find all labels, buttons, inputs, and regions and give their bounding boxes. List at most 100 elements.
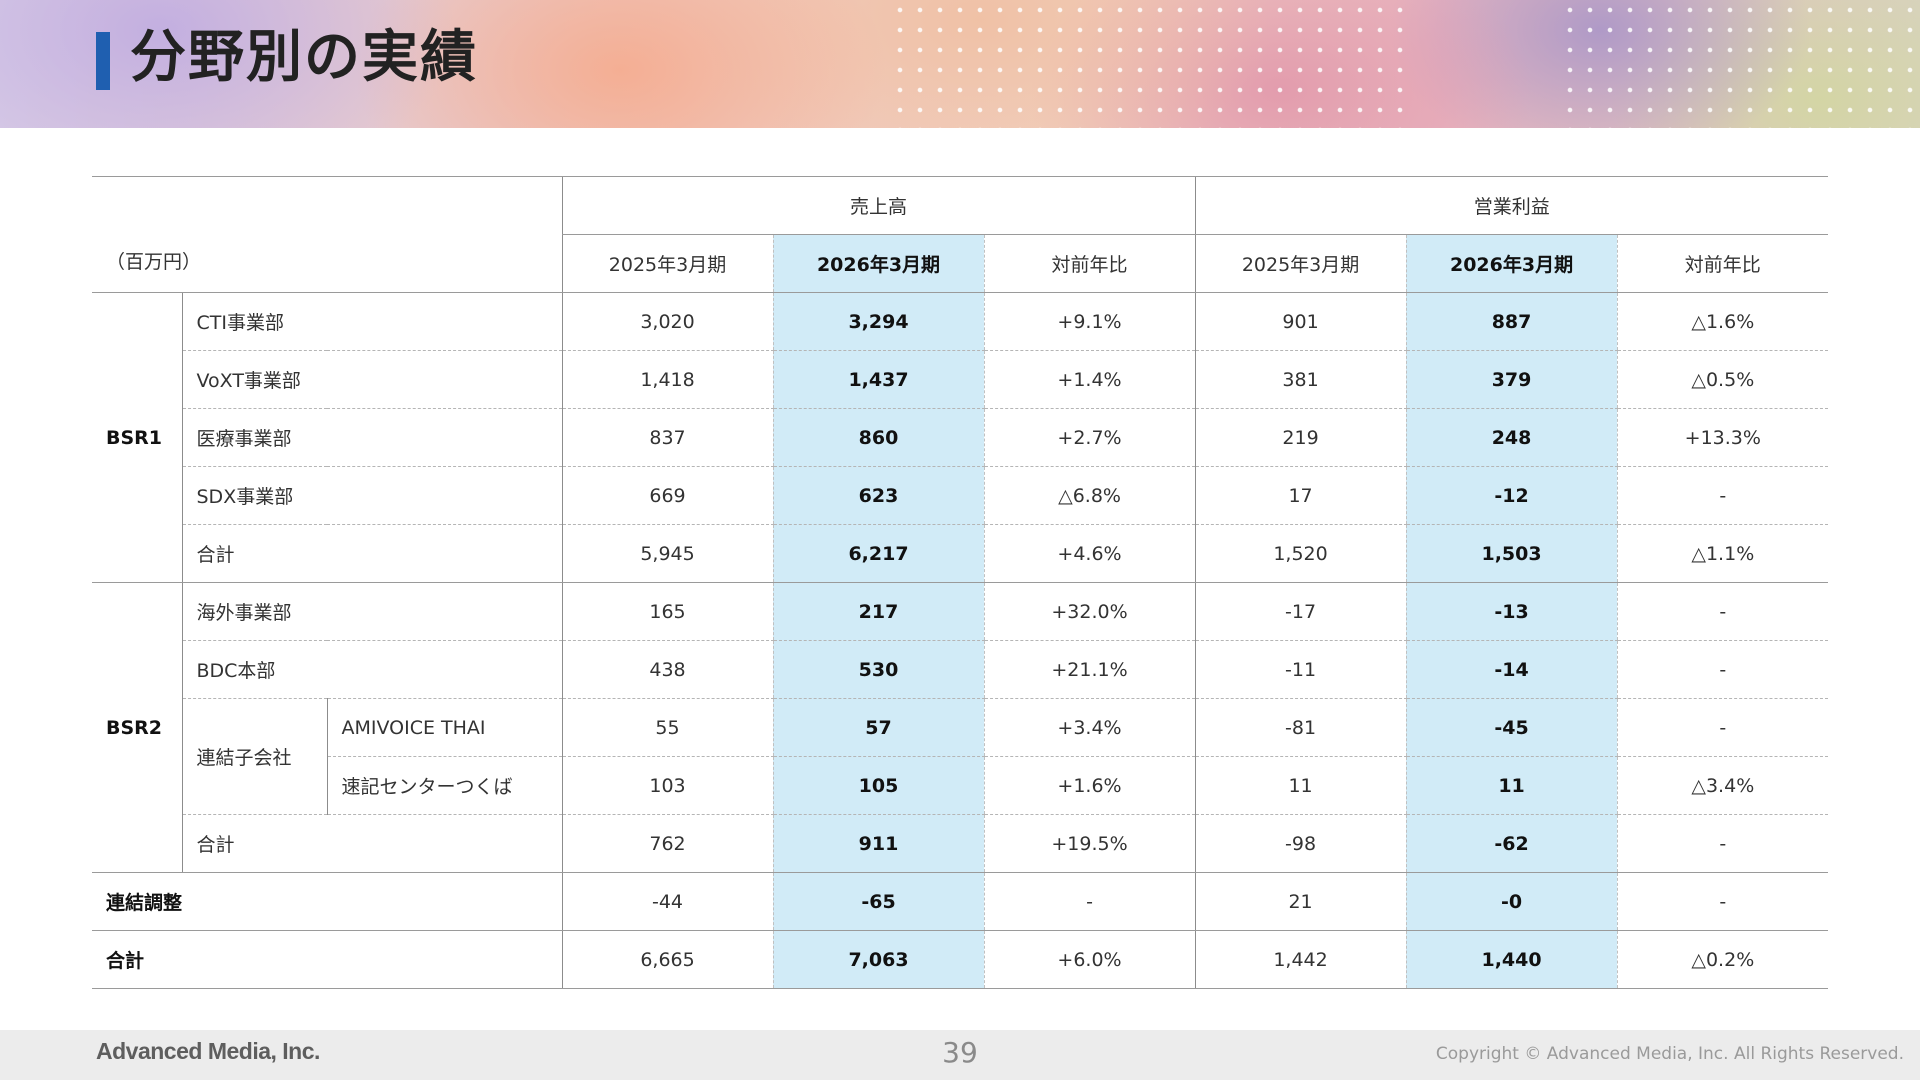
table-row: 連結子会社 AMIVOICE THAI 55 57 +3.4% -81 -45 … [92, 698, 1829, 815]
table-cell: +9.1% [983, 292, 1196, 351]
table-cell: 1,440 [1405, 930, 1618, 989]
table-cell: 1,442 [1194, 930, 1407, 989]
page-number: 39 [942, 1036, 978, 1069]
header-banner: 分野別の実績 [0, 0, 1920, 128]
table-cell: +1.4% [983, 350, 1196, 409]
table-cell: +2.7% [983, 408, 1196, 467]
column-header: 2025年3月期 [1194, 234, 1407, 293]
table-cell: △1.6% [1616, 292, 1829, 351]
row-label: CTI事業部 [181, 292, 563, 351]
table-cell: △6.8% [983, 466, 1196, 525]
table-cell: 105 [772, 756, 985, 815]
table-group-header-row: （百万円） 売上高 営業利益 [92, 176, 1829, 293]
table-cell: +21.1% [983, 640, 1196, 699]
segment-results-table: （百万円） 売上高 営業利益 2025年3月期 2026年3月期 対前年比 20… [92, 176, 1829, 989]
table-row: BSR2 海外事業部 165 217 +32.0% -17 -13 - [92, 582, 1829, 873]
copyright-notice: Copyright © Advanced Media, Inc. All Rig… [1435, 1044, 1904, 1064]
table-cell: 381 [1194, 350, 1407, 409]
subtotal-row: 合計 5,945 6,217 +4.6% 1,520 1,503 △1.1% [92, 524, 1829, 583]
table-cell: +13.3% [1616, 408, 1829, 467]
table-cell: △0.5% [1616, 350, 1829, 409]
table-cell: -14 [1405, 640, 1618, 699]
operating-profit-group-header: 営業利益 [1194, 176, 1829, 235]
segment-label: BSR1 [92, 292, 182, 583]
table-cell: -44 [561, 872, 774, 931]
table-cell: -62 [1405, 814, 1618, 873]
row-label: AMIVOICE THAI [326, 698, 563, 757]
table-cell: +4.6% [983, 524, 1196, 583]
decorative-dots [890, 0, 1410, 128]
table-cell: +1.6% [983, 756, 1196, 815]
row-label: 医療事業部 [181, 408, 563, 467]
table-cell: - [1616, 582, 1829, 641]
table-cell: 6,665 [561, 930, 774, 989]
table-cell: -17 [1194, 582, 1407, 641]
row-label: 合計 [181, 814, 563, 873]
table-cell: - [1616, 640, 1829, 699]
row-label: 海外事業部 [181, 582, 563, 641]
table-cell: - [1616, 698, 1829, 757]
table-cell: 901 [1194, 292, 1407, 351]
table-cell: +6.0% [983, 930, 1196, 989]
table-cell: 21 [1194, 872, 1407, 931]
table-cell: -98 [1194, 814, 1407, 873]
subtotal-row: 合計 762 911 +19.5% -98 -62 - [92, 814, 1829, 873]
table-cell: 103 [561, 756, 774, 815]
table-cell: +19.5% [983, 814, 1196, 873]
column-header: 2025年3月期 [561, 234, 774, 293]
row-label: 合計 [92, 930, 563, 989]
table-cell: 11 [1405, 756, 1618, 815]
table-cell: +32.0% [983, 582, 1196, 641]
table-cell: -65 [772, 872, 985, 931]
unit-label: （百万円） [92, 176, 563, 293]
company-logo: Advanced Media, Inc. [96, 1038, 320, 1064]
table-cell: △3.4% [1616, 756, 1829, 815]
column-header: 2026年3月期 [1405, 234, 1618, 293]
table-cell: - [983, 872, 1196, 931]
row-label: 連結調整 [92, 872, 563, 931]
table-cell: 1,520 [1194, 524, 1407, 583]
table-row: 医療事業部 837 860 +2.7% 219 248 +13.3% [92, 408, 1829, 467]
table-cell: 57 [772, 698, 985, 757]
column-header: 2026年3月期 [772, 234, 985, 293]
table-cell: 837 [561, 408, 774, 467]
table-cell: +3.4% [983, 698, 1196, 757]
table-cell: 3,020 [561, 292, 774, 351]
table-cell: 55 [561, 698, 774, 757]
table-cell: 762 [561, 814, 774, 873]
table-cell: - [1616, 814, 1829, 873]
segment-label: BSR2 [92, 582, 182, 873]
table-cell: 7,063 [772, 930, 985, 989]
title-accent-bar [96, 32, 110, 90]
total-row: 合計 6,665 7,063 +6.0% 1,442 1,440 △0.2% [92, 930, 1829, 989]
table-cell: 1,437 [772, 350, 985, 409]
footer: Advanced Media, Inc. 39 Copyright © Adva… [0, 1030, 1920, 1080]
table-cell: -13 [1405, 582, 1618, 641]
column-header: 対前年比 [983, 234, 1196, 293]
table-cell: -81 [1194, 698, 1407, 757]
table-cell: 911 [772, 814, 985, 873]
table-cell: - [1616, 466, 1829, 525]
table-cell: 219 [1194, 408, 1407, 467]
table-cell: △0.2% [1616, 930, 1829, 989]
table-cell: - [1616, 872, 1829, 931]
table-cell: 1,418 [561, 350, 774, 409]
page-title: 分野別の実績 [130, 25, 478, 90]
table-row: 速記センターつくば 103 105 +1.6% 11 11 △3.4% [92, 756, 1829, 815]
table-cell: 6,217 [772, 524, 985, 583]
table-cell: 860 [772, 408, 985, 467]
table-cell: 3,294 [772, 292, 985, 351]
table-cell: 623 [772, 466, 985, 525]
table-cell: -11 [1194, 640, 1407, 699]
row-label: 速記センターつくば [326, 756, 563, 815]
table-cell: 379 [1405, 350, 1618, 409]
table-row: BSR1 CTI事業部 3,020 3,294 +9.1% 901 887 △1… [92, 292, 1829, 583]
table-cell: △1.1% [1616, 524, 1829, 583]
table-cell: 17 [1194, 466, 1407, 525]
adjustment-row: 連結調整 -44 -65 - 21 -0 - [92, 872, 1829, 931]
table-row: BDC本部 438 530 +21.1% -11 -14 - [92, 640, 1829, 699]
table-row: SDX事業部 669 623 △6.8% 17 -12 - [92, 466, 1829, 525]
table-cell: -45 [1405, 698, 1618, 757]
table-cell: 438 [561, 640, 774, 699]
row-label: 合計 [181, 524, 563, 583]
